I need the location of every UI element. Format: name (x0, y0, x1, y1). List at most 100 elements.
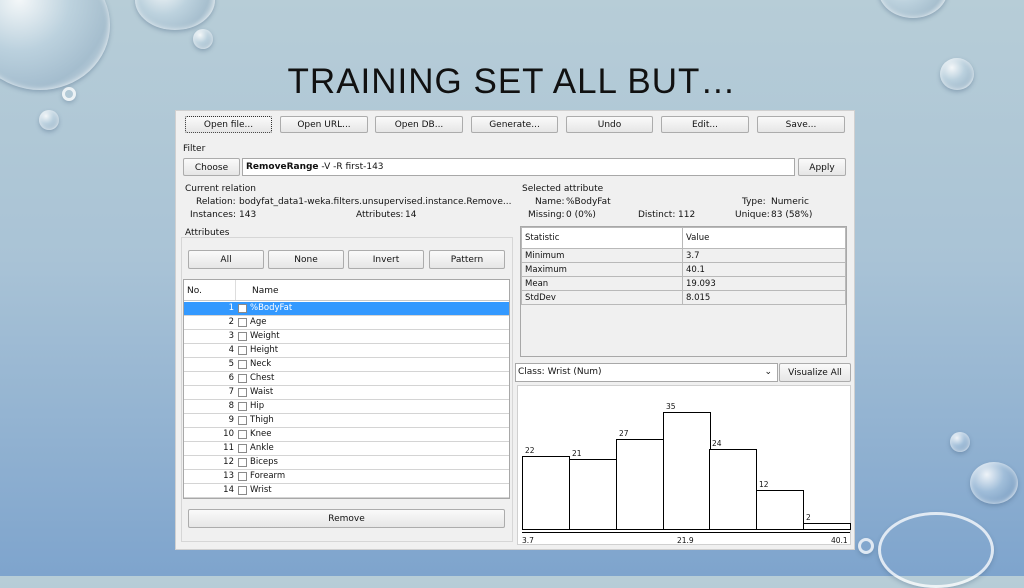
open-file-button[interactable]: Open file... (185, 116, 272, 133)
attributes-table: No. Name 1 %BodyFat 2 Age 3 Weight 4 Height 5 Nec… (183, 279, 510, 499)
attribute-checkbox[interactable] (238, 402, 247, 411)
relation-value: bodyfat_data1-weka.filters.unsupervised.… (239, 197, 512, 207)
selected-missing-value: 0 (0%) (566, 210, 596, 220)
attributes-count-value: 14 (405, 210, 417, 220)
current-relation-label: Current relation (185, 184, 256, 194)
visualize-all-button[interactable]: Visualize All (779, 363, 851, 382)
attribute-number: 5 (228, 359, 234, 369)
water-drop-decoration (970, 462, 1018, 504)
column-header-value[interactable]: Value (682, 227, 846, 249)
histogram-bar-label: 2 (806, 513, 811, 522)
filter-field[interactable]: RemoveRange -V -R first-143 (242, 158, 795, 176)
histogram-panel: 22 21 27 35 24 12 2 3.7 21.9 40.1 (517, 385, 851, 545)
statistic-row[interactable]: StdDev 8.015 (521, 290, 846, 305)
histogram-bar-label: 12 (759, 480, 769, 489)
attribute-name: Neck (250, 359, 272, 369)
attribute-row[interactable]: 13 Forearm (184, 470, 509, 484)
attribute-row[interactable]: 4 Height (184, 344, 509, 358)
x-tick-mid: 21.9 (677, 536, 694, 545)
attribute-checkbox[interactable] (238, 416, 247, 425)
select-all-button[interactable]: All (188, 250, 264, 269)
water-drop-decoration (950, 432, 970, 452)
attribute-row[interactable]: 14 Wrist (184, 484, 509, 498)
water-drop-decoration (135, 0, 215, 30)
histogram-bar (569, 459, 617, 530)
statistic-name: Maximum (521, 262, 683, 277)
histogram: 22 21 27 35 24 12 2 (522, 400, 851, 530)
x-tick-min: 3.7 (522, 536, 534, 545)
statistic-row[interactable]: Maximum 40.1 (521, 262, 846, 277)
attribute-checkbox[interactable] (238, 430, 247, 439)
water-drop-decoration (878, 0, 948, 18)
attribute-row[interactable]: 9 Thigh (184, 414, 509, 428)
attribute-row[interactable]: 3 Weight (184, 330, 509, 344)
remove-attributes-button[interactable]: Remove (188, 509, 505, 528)
attribute-row[interactable]: 10 Knee (184, 428, 509, 442)
attribute-row[interactable]: 8 Hip (184, 400, 509, 414)
save-button[interactable]: Save... (757, 116, 845, 133)
generate-button[interactable]: Generate... (471, 116, 558, 133)
attribute-row[interactable]: 11 Ankle (184, 442, 509, 456)
open-url-button[interactable]: Open URL... (280, 116, 368, 133)
attribute-row[interactable]: 2 Age (184, 316, 509, 330)
statistic-row[interactable]: Minimum 3.7 (521, 248, 846, 263)
attribute-number: 14 (223, 485, 234, 495)
attribute-checkbox[interactable] (238, 304, 247, 313)
selected-distinct-value: 112 (678, 210, 696, 220)
attribute-row[interactable]: 6 Chest (184, 372, 509, 386)
selected-unique-value: 83 (58%) (771, 210, 813, 220)
statistic-row[interactable]: Mean 19.093 (521, 276, 846, 291)
weka-explorer-window: Open file... Open URL... Open DB... Gene… (175, 110, 855, 550)
histogram-bar (522, 456, 570, 530)
histogram-bar (709, 449, 757, 530)
attribute-checkbox[interactable] (238, 388, 247, 397)
pattern-button[interactable]: Pattern (429, 250, 505, 269)
attribute-checkbox[interactable] (238, 458, 247, 467)
attribute-checkbox[interactable] (238, 346, 247, 355)
statistic-name: StdDev (521, 290, 683, 305)
attribute-row[interactable]: 7 Waist (184, 386, 509, 400)
select-none-button[interactable]: None (268, 250, 344, 269)
open-db-button[interactable]: Open DB... (375, 116, 463, 133)
edit-button[interactable]: Edit... (661, 116, 749, 133)
column-header-no[interactable]: No. (187, 286, 202, 296)
statistics-table: Statistic Value Minimum 3.7 Maximum 40.1 Mea… (520, 226, 847, 357)
attribute-name: Thigh (250, 415, 274, 425)
histogram-bar-label: 21 (572, 449, 582, 458)
attribute-name: %BodyFat (250, 303, 293, 313)
attribute-number: 11 (223, 443, 234, 453)
attribute-number: 1 (228, 303, 234, 313)
attribute-row[interactable]: 12 Biceps (184, 456, 509, 470)
attribute-number: 13 (223, 471, 234, 481)
instances-label: Instances: (190, 210, 237, 220)
attribute-row[interactable]: 5 Neck (184, 358, 509, 372)
attribute-checkbox[interactable] (238, 332, 247, 341)
attribute-number: 10 (223, 429, 234, 439)
water-drop-decoration (858, 538, 874, 554)
histogram-bar (756, 490, 804, 530)
attribute-checkbox[interactable] (238, 486, 247, 495)
selected-type-value: Numeric (771, 197, 809, 207)
attributes-table-header: No. Name (184, 280, 509, 301)
attribute-row[interactable]: 1 %BodyFat (184, 302, 509, 316)
column-header-statistic[interactable]: Statistic (521, 227, 683, 249)
attribute-checkbox[interactable] (238, 444, 247, 453)
histogram-bar (616, 439, 664, 530)
apply-filter-button[interactable]: Apply (798, 158, 846, 176)
x-tick-max: 40.1 (831, 536, 848, 545)
selected-name-value: %BodyFat (566, 197, 611, 207)
choose-filter-button[interactable]: Choose (183, 158, 240, 176)
invert-selection-button[interactable]: Invert (348, 250, 424, 269)
class-attribute-select[interactable]: Class: Wrist (Num) ⌄ (515, 363, 778, 382)
water-drop-decoration (878, 512, 994, 588)
attribute-checkbox[interactable] (238, 360, 247, 369)
column-header-name[interactable]: Name (252, 286, 279, 296)
selected-unique-label: Unique: (735, 210, 770, 220)
instances-value: 143 (239, 210, 257, 220)
selected-name-label: Name: (535, 197, 565, 207)
attribute-checkbox[interactable] (238, 318, 247, 327)
undo-button[interactable]: Undo (566, 116, 653, 133)
attribute-checkbox[interactable] (238, 374, 247, 383)
attribute-checkbox[interactable] (238, 472, 247, 481)
statistics-grid: Statistic Value Minimum 3.7 Maximum 40.1 Mea… (521, 227, 846, 305)
